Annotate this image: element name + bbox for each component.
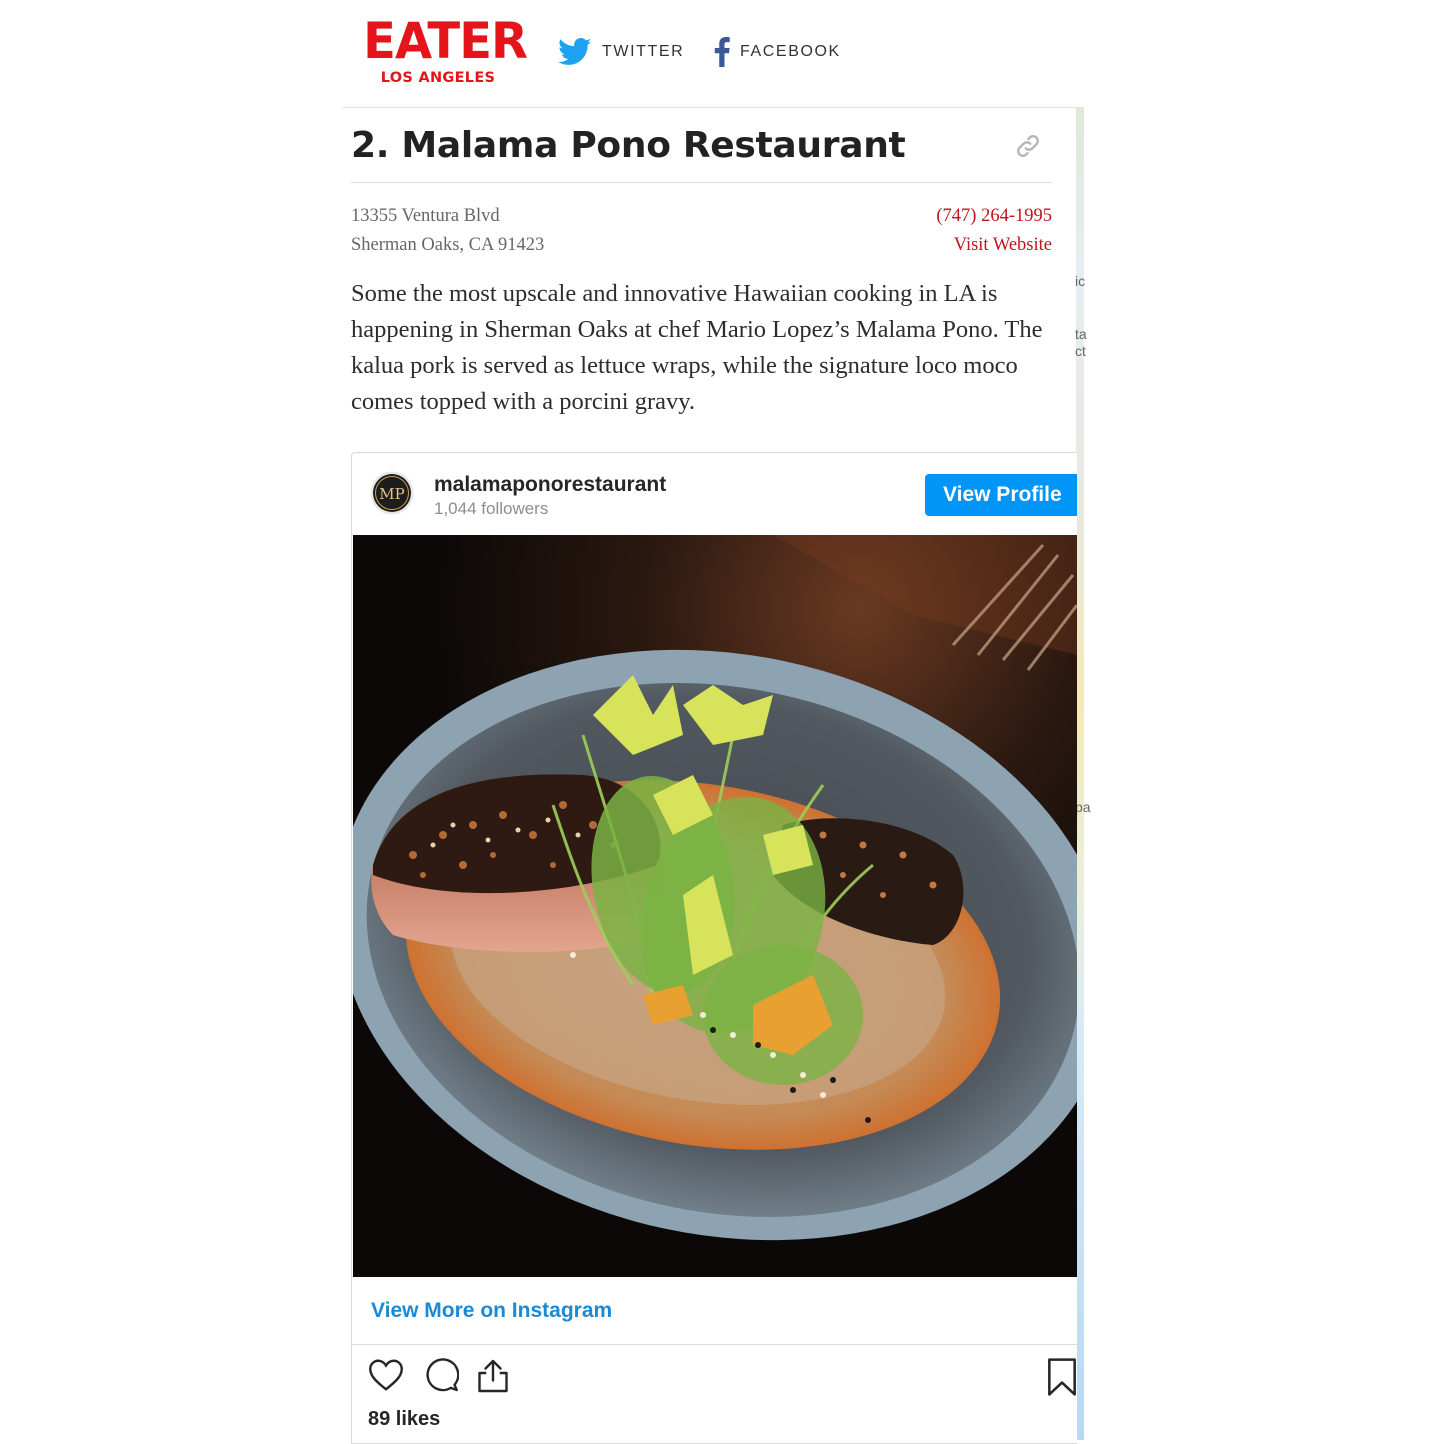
facebook-f-icon (714, 37, 730, 67)
facebook-share-link[interactable]: FACEBOOK (714, 36, 841, 68)
logo-city: LOS ANGELES (380, 70, 496, 86)
bookmark-icon[interactable] (1046, 1358, 1077, 1396)
instagram-embed: MP malamaponorestaurant 1,044 followers … (351, 452, 1077, 1444)
entry-description: Some the most upscale and innovative Haw… (351, 280, 1043, 415)
entry-title: 2. Malama Pono Restaurant (351, 125, 906, 166)
address-line-2: Sherman Oaks, CA 91423 (351, 235, 545, 255)
map-label-fragment: pa (1075, 799, 1091, 815)
share-icon[interactable] (476, 1358, 510, 1394)
comment-icon[interactable] (423, 1358, 459, 1392)
entry-title-row: 2. Malama Pono Restaurant (351, 107, 1052, 183)
likes-count: 89 likes (368, 1408, 441, 1430)
follower-count: 1,044 followers (434, 499, 549, 518)
phone-link[interactable]: (747) 264-1995 (936, 202, 1052, 231)
map-label-fragment: ta ct (1075, 326, 1087, 359)
eater-la-logo[interactable]: EATER LOS ANGELES (360, 12, 528, 86)
divider (352, 1344, 1077, 1345)
entry-contact: (747) 264-1995 Visit Website (936, 202, 1052, 260)
avatar[interactable]: MP (370, 471, 414, 515)
facebook-label: FACEBOOK (740, 43, 841, 60)
address-line-1: 13355 Ventura Blvd (351, 206, 500, 226)
post-photo[interactable] (353, 535, 1077, 1277)
logo-wordmark: EATER (363, 12, 528, 70)
entry-address: 13355 Ventura Blvd Sherman Oaks, CA 9142… (351, 202, 544, 260)
site-header: EATER LOS ANGELES TWITTER FACEBOOK (342, 0, 1082, 108)
view-more-on-instagram-link[interactable]: View More on Instagram (371, 1299, 612, 1323)
visit-website-link[interactable]: Visit Website (936, 231, 1052, 260)
map-label-fragment: ic (1075, 273, 1086, 289)
twitter-label: TWITTER (602, 43, 685, 60)
twitter-share-link[interactable]: TWITTER (558, 36, 684, 68)
avatar-initials: MP (379, 485, 404, 503)
view-profile-button[interactable]: View Profile (925, 474, 1077, 516)
salmon-dish-photo (353, 535, 1077, 1277)
map-panel-edge[interactable] (1076, 107, 1084, 1440)
heart-icon[interactable] (368, 1358, 404, 1392)
twitter-bird-icon (558, 38, 592, 65)
link-icon[interactable] (1014, 132, 1042, 160)
instagram-username[interactable]: malamaponorestaurant (434, 473, 666, 497)
